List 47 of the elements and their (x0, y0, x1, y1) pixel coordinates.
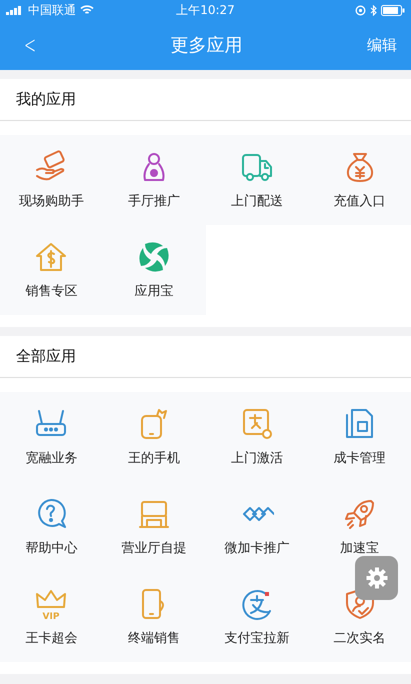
app-label: 应用宝 (134, 283, 174, 300)
app-label: 帮助中心 (25, 540, 78, 557)
signal-icon (6, 6, 24, 14)
app-label: 王的手机 (128, 450, 180, 467)
app-tile[interactable]: 充值入口 (308, 135, 411, 225)
rotation-lock-icon (355, 4, 366, 16)
settings-icon (366, 567, 388, 589)
app-label: 上门激活 (230, 450, 283, 467)
app-tile[interactable]: 手厅推广 (102, 135, 206, 225)
app-label: 成卡管理 (334, 450, 386, 467)
app-tile[interactable]: 现场购助手 (0, 135, 103, 225)
wifi-icon (80, 5, 94, 15)
app-label: 充值入口 (334, 193, 386, 210)
app-tile[interactable]: 终端销售 (102, 572, 206, 662)
app-label: 现场购助手 (18, 193, 84, 210)
app-label: 王卡超会 (25, 630, 78, 647)
app-label: 上门配送 (230, 193, 283, 210)
app-tile[interactable]: 微加卡推广 (206, 482, 308, 572)
app-tile[interactable]: 加速宝 (308, 482, 411, 572)
app-tile[interactable]: 帮助中心 (0, 482, 103, 572)
app-tile[interactable]: 上门配送 (206, 135, 308, 225)
section-title: 我的应用 (16, 90, 76, 109)
app-tile[interactable]: 王的手机 (102, 392, 206, 482)
app-label: 支付宝拉新 (224, 630, 290, 647)
carrier-name: 中国联通 (28, 2, 76, 18)
assistive-touch-menu[interactable] (355, 556, 398, 600)
app-tile[interactable]: 销售专区 (0, 225, 103, 315)
app-label: 终端销售 (128, 630, 180, 647)
page-title: 更多应用 (170, 34, 243, 57)
app-tile[interactable]: 营业厅自提 (102, 482, 206, 572)
app-label: 手厅推广 (128, 193, 180, 210)
app-label: 宽融业务 (25, 450, 78, 467)
bluetooth-icon (370, 4, 377, 16)
app-label: 销售专区 (25, 283, 78, 300)
app-tile[interactable]: 上门激活 (206, 392, 308, 482)
app-tile[interactable]: 应用宝 (102, 225, 206, 315)
battery-icon (381, 4, 405, 16)
app-label: 微加卡推广 (224, 540, 290, 557)
app-label: 二次实名 (334, 630, 386, 647)
app-tile[interactable]: VIP 王卡超会 (0, 572, 103, 662)
status-time: 上午10:27 (176, 2, 235, 18)
app-tile[interactable]: 成卡管理 (308, 392, 411, 482)
app-label: 加速宝 (340, 540, 380, 557)
section-title: 全部应用 (16, 347, 76, 366)
app-tile[interactable]: 支付宝拉新 (206, 572, 308, 662)
app-tile[interactable]: 宽融业务 (0, 392, 103, 482)
app-label: 营业厅自提 (122, 540, 187, 557)
